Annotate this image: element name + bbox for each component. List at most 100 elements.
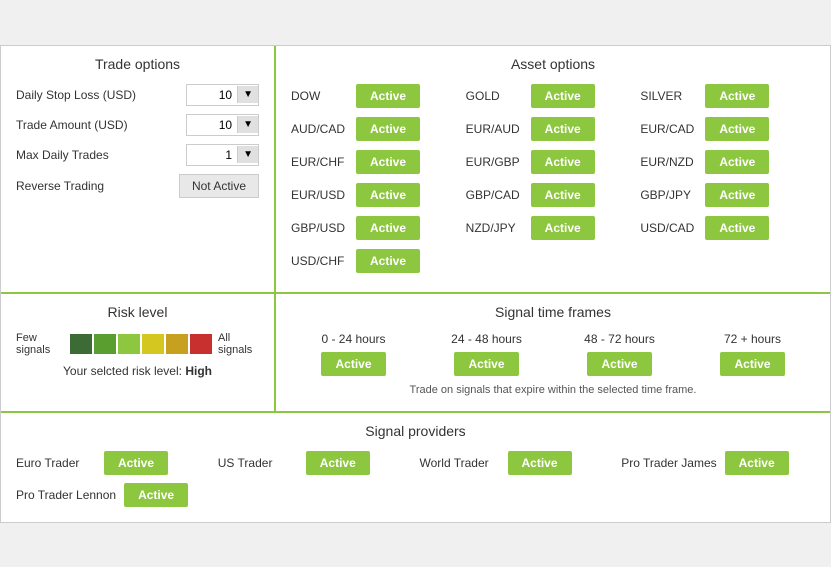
asset-btn-eurcad[interactable]: Active <box>705 117 769 141</box>
main-container: Trade options Daily Stop Loss (USD) ▼ Tr… <box>0 45 831 523</box>
asset-btn-usdchf[interactable]: Active <box>356 249 420 273</box>
asset-btn-gbpcad[interactable]: Active <box>531 183 595 207</box>
risk-segments[interactable] <box>70 334 212 354</box>
trade-amount-row: Trade Amount (USD) ▼ <box>16 114 259 136</box>
provider-name-pro-lennon: Pro Trader Lennon <box>16 488 116 502</box>
asset-name-eurnzd: EUR/NZD <box>640 155 705 169</box>
reverse-trading-label: Reverse Trading <box>16 179 179 193</box>
max-daily-trades-control[interactable]: ▼ <box>186 144 259 166</box>
risk-level-title: Risk level <box>16 304 259 320</box>
trade-amount-input[interactable] <box>187 115 237 135</box>
timeframe-btn-48-72[interactable]: Active <box>587 352 651 376</box>
asset-btn-gbpusd[interactable]: Active <box>356 216 420 240</box>
max-daily-trades-dropdown[interactable]: ▼ <box>237 146 258 163</box>
asset-row-gbpusd: GBP/USD Active <box>291 216 466 240</box>
risk-seg-1[interactable] <box>70 334 92 354</box>
timeframe-label-0-24: 0 - 24 hours <box>321 332 385 346</box>
all-signals-label: All signals <box>218 332 259 356</box>
timeframe-btn-72plus[interactable]: Active <box>720 352 784 376</box>
asset-row-dow: DOW Active <box>291 84 466 108</box>
asset-row-eurcad: EUR/CAD Active <box>640 117 815 141</box>
asset-btn-silver[interactable]: Active <box>705 84 769 108</box>
risk-bar-container: Few signals All signals <box>16 332 259 356</box>
provider-btn-pro-lennon[interactable]: Active <box>124 483 188 507</box>
asset-btn-eurnzd[interactable]: Active <box>705 150 769 174</box>
reverse-trading-button[interactable]: Not Active <box>179 174 259 198</box>
asset-name-eurchf: EUR/CHF <box>291 155 356 169</box>
max-daily-trades-label: Max Daily Trades <box>16 148 186 162</box>
asset-btn-gold[interactable]: Active <box>531 84 595 108</box>
daily-stop-loss-row: Daily Stop Loss (USD) ▼ <box>16 84 259 106</box>
asset-name-euraud: EUR/AUD <box>466 122 531 136</box>
asset-row-usdcad: USD/CAD Active <box>640 216 815 240</box>
timeframe-col-0-24: 0 - 24 hours Active <box>291 332 416 376</box>
timeframe-label-72plus: 72 + hours <box>724 332 781 346</box>
timeframe-label-24-48: 24 - 48 hours <box>451 332 522 346</box>
daily-stop-loss-label: Daily Stop Loss (USD) <box>16 88 186 102</box>
provider-name-world-trader: World Trader <box>420 456 500 470</box>
max-daily-trades-input[interactable] <box>187 145 237 165</box>
risk-seg-5[interactable] <box>166 334 188 354</box>
timeframe-btn-0-24[interactable]: Active <box>321 352 385 376</box>
asset-name-gbpcad: GBP/CAD <box>466 188 531 202</box>
providers-grid: Euro Trader Active US Trader Active Worl… <box>16 451 815 475</box>
provider-btn-us-trader[interactable]: Active <box>306 451 370 475</box>
timeframe-btn-24-48[interactable]: Active <box>454 352 518 376</box>
provider-btn-world-trader[interactable]: Active <box>508 451 572 475</box>
provider-row-us-trader: US Trader Active <box>218 451 412 475</box>
asset-grid: DOW Active GOLD Active SILVER Active AUD… <box>291 84 815 277</box>
asset-btn-eurgbp[interactable]: Active <box>531 150 595 174</box>
asset-name-eurcad: EUR/CAD <box>640 122 705 136</box>
signal-timeframes-panel: Signal time frames 0 - 24 hours Active 2… <box>276 294 830 411</box>
daily-stop-loss-dropdown[interactable]: ▼ <box>237 86 258 103</box>
provider-row-world-trader: World Trader Active <box>420 451 614 475</box>
asset-row-gbpjpy: GBP/JPY Active <box>640 183 815 207</box>
provider-btn-euro-trader[interactable]: Active <box>104 451 168 475</box>
asset-row-gold: GOLD Active <box>466 84 641 108</box>
asset-btn-nzdjpy[interactable]: Active <box>531 216 595 240</box>
timeframe-col-48-72: 48 - 72 hours Active <box>557 332 682 376</box>
timeframe-grid: 0 - 24 hours Active 24 - 48 hours Active… <box>291 332 815 376</box>
asset-btn-dow[interactable]: Active <box>356 84 420 108</box>
asset-row-eurusd: EUR/USD Active <box>291 183 466 207</box>
top-section: Trade options Daily Stop Loss (USD) ▼ Tr… <box>1 46 830 294</box>
risk-seg-4[interactable] <box>142 334 164 354</box>
trade-options-title: Trade options <box>16 56 259 72</box>
asset-btn-eurchf[interactable]: Active <box>356 150 420 174</box>
risk-seg-6[interactable] <box>190 334 212 354</box>
daily-stop-loss-input[interactable] <box>187 85 237 105</box>
asset-name-audcad: AUD/CAD <box>291 122 356 136</box>
signal-timeframes-title: Signal time frames <box>291 304 815 320</box>
asset-name-gbpjpy: GBP/JPY <box>640 188 705 202</box>
asset-name-gold: GOLD <box>466 89 531 103</box>
timeframe-col-72plus: 72 + hours Active <box>690 332 815 376</box>
trade-options-panel: Trade options Daily Stop Loss (USD) ▼ Tr… <box>1 46 276 292</box>
asset-row-gbpcad: GBP/CAD Active <box>466 183 641 207</box>
risk-seg-2[interactable] <box>94 334 116 354</box>
middle-section: Risk level Few signals All signals Your … <box>1 294 830 413</box>
risk-selected-value: High <box>185 364 212 378</box>
asset-btn-eurusd[interactable]: Active <box>356 183 420 207</box>
asset-btn-euraud[interactable]: Active <box>531 117 595 141</box>
asset-btn-gbpjpy[interactable]: Active <box>705 183 769 207</box>
daily-stop-loss-control[interactable]: ▼ <box>186 84 259 106</box>
asset-name-dow: DOW <box>291 89 356 103</box>
trade-amount-label: Trade Amount (USD) <box>16 118 186 132</box>
asset-name-eurgbp: EUR/GBP <box>466 155 531 169</box>
trade-amount-dropdown[interactable]: ▼ <box>237 116 258 133</box>
asset-btn-audcad[interactable]: Active <box>356 117 420 141</box>
asset-row-audcad: AUD/CAD Active <box>291 117 466 141</box>
timeframe-col-24-48: 24 - 48 hours Active <box>424 332 549 376</box>
asset-name-silver: SILVER <box>640 89 705 103</box>
asset-name-usdchf: USD/CHF <box>291 254 356 268</box>
asset-btn-usdcad[interactable]: Active <box>705 216 769 240</box>
provider-row-pro-james: Pro Trader James Active <box>621 451 815 475</box>
asset-options-title: Asset options <box>291 56 815 72</box>
risk-seg-3[interactable] <box>118 334 140 354</box>
signal-note: Trade on signals that expire within the … <box>291 384 815 396</box>
asset-row-silver: SILVER Active <box>640 84 815 108</box>
provider-btn-pro-james[interactable]: Active <box>725 451 789 475</box>
asset-row-euraud: EUR/AUD Active <box>466 117 641 141</box>
trade-amount-control[interactable]: ▼ <box>186 114 259 136</box>
asset-name-gbpusd: GBP/USD <box>291 221 356 235</box>
